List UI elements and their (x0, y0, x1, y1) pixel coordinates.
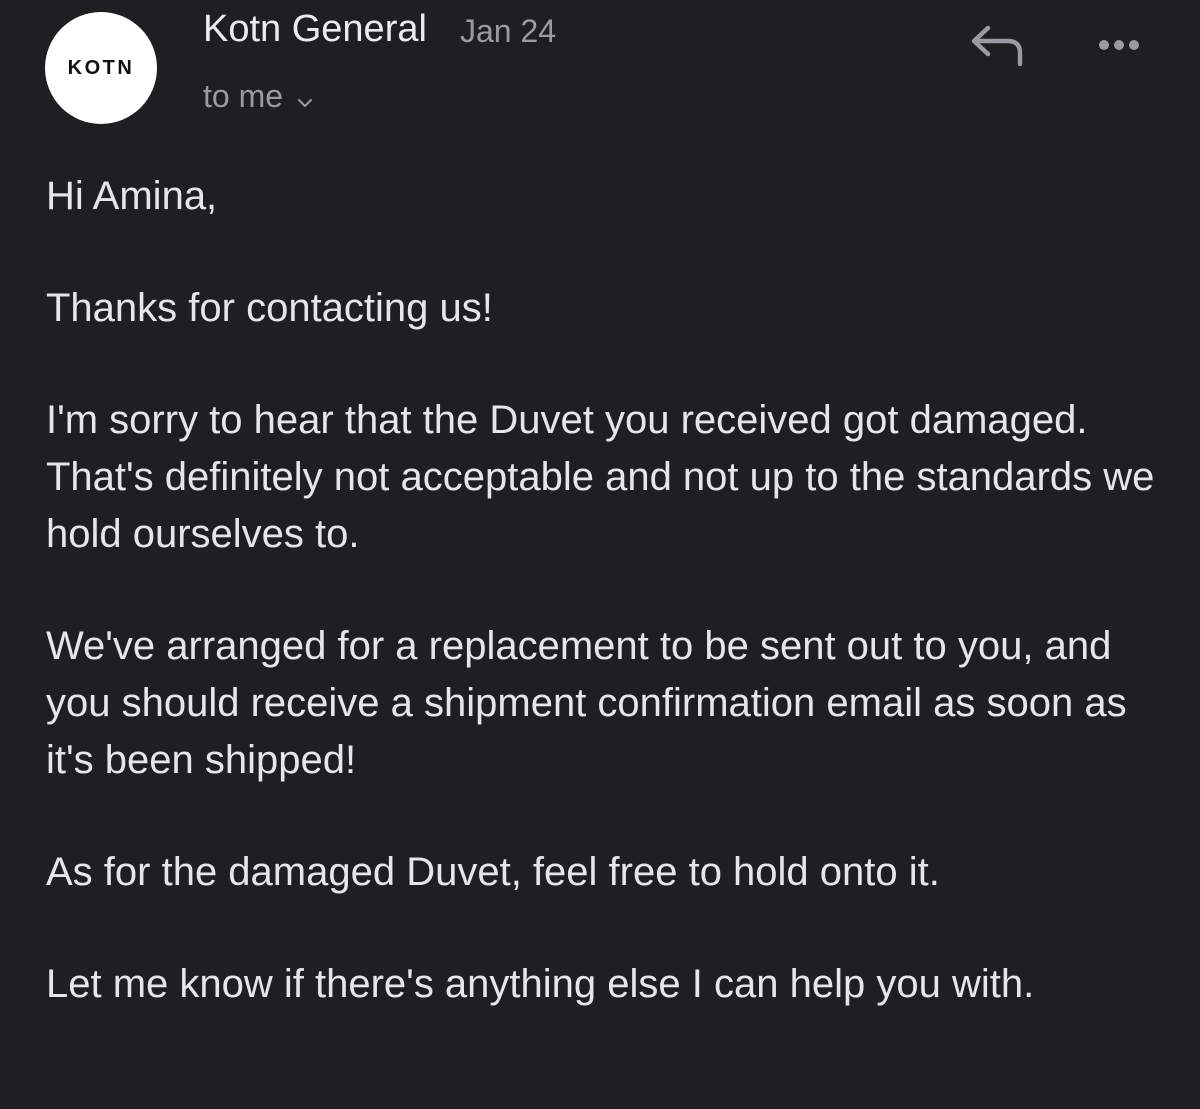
email-header: KOTN Kotn General Jan 24 to me (0, 0, 1200, 140)
email-paragraph: Let me know if there's anything else I c… (46, 962, 1035, 1006)
chevron-down-icon (297, 80, 313, 117)
avatar-logo-text: KOTN (67, 56, 135, 79)
reply-icon (968, 25, 1030, 74)
sender-avatar[interactable]: KOTN (45, 12, 157, 124)
email-paragraph: As for the damaged Duvet, feel free to h… (46, 850, 940, 894)
email-paragraph: Hi Amina, (46, 174, 218, 218)
more-options-button[interactable] (1092, 30, 1152, 60)
email-date: Jan 24 (460, 13, 557, 49)
reply-button[interactable] (968, 22, 1030, 70)
recipient-toggle[interactable]: to me (203, 76, 313, 117)
recipient-label: to me (203, 78, 284, 114)
sender-name[interactable]: Kotn General (203, 8, 427, 51)
more-horizontal-icon (1092, 40, 1152, 64)
email-paragraph: Thanks for contacting us! (46, 286, 493, 330)
email-paragraph: I'm sorry to hear that the Duvet you rec… (46, 398, 1166, 556)
email-paragraph: We've arranged for a replacement to be s… (46, 624, 1138, 782)
email-body: Hi Amina, Thanks for contacting us! I'm … (46, 168, 1166, 1068)
